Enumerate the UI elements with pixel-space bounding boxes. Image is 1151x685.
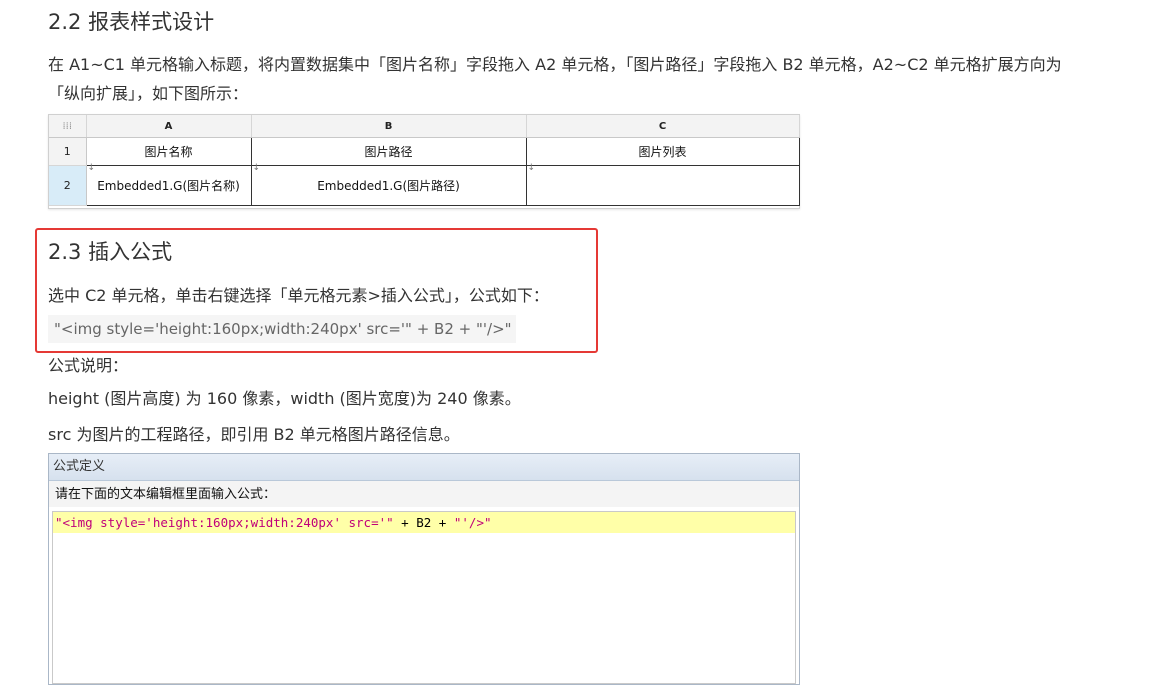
cell-c2: ↓: [525, 163, 800, 206]
column-header-a: A: [86, 115, 252, 138]
dialog-title: 公式定义: [49, 454, 799, 481]
cell-c1: 图片列表: [525, 137, 800, 166]
row-header-2: 2: [49, 165, 87, 206]
formula-editor[interactable]: "<img style='height:160px;width:240px' s…: [52, 511, 796, 684]
section-heading-2-2: 2.2 报表样式设计: [48, 10, 215, 34]
formula-line[interactable]: "<img style='height:160px;width:240px' s…: [53, 512, 795, 533]
grid-icon: ⁞⁞⁞: [49, 115, 87, 138]
expand-down-icon: ↓: [87, 163, 96, 173]
formula-code-block: "<img style='height:160px;width:240px' s…: [48, 315, 516, 343]
column-header-b: B: [251, 115, 527, 138]
notes-label: 公式说明：: [48, 356, 129, 375]
formula-string-1: "<img style='height:160px;width:240px' s…: [55, 515, 394, 530]
section-2-2-para-line1: 在 A1~C1 单元格输入标题，将内置数据集中「图片名称」字段拖入 A2 单元格…: [48, 55, 1062, 74]
formula-string-2: "'/>": [453, 515, 492, 530]
formula-operator: + B2 +: [393, 515, 454, 530]
formula-dialog: 公式定义 请在下面的文本编辑框里面输入公式： "<img style='heig…: [48, 453, 800, 685]
row-header-1: 1: [49, 137, 87, 166]
section-heading-2-3: 2.3 插入公式: [48, 240, 173, 264]
spreadsheet-preview: ⁞⁞⁞ A B C 1 图片名称 图片路径 图片列表 2 ↓ Embedded1.…: [48, 114, 800, 209]
cell-b2: ↓ Embedded1.G(图片路径): [250, 163, 527, 206]
cell-a2-value: Embedded1.G(图片名称): [97, 179, 240, 193]
cell-a1: 图片名称: [85, 137, 252, 166]
dialog-prompt: 请在下面的文本编辑框里面输入公式：: [49, 481, 799, 507]
section-2-2-para-line2: 「纵向扩展」，如下图所示：: [48, 84, 249, 103]
cell-b2-value: Embedded1.G(图片路径): [317, 179, 460, 193]
cell-a2: ↓ Embedded1.G(图片名称): [85, 163, 252, 206]
column-header-c: C: [526, 115, 800, 138]
notes-line2: src 为图片的工程路径，即引用 B2 单元格图片路径信息。: [48, 425, 460, 444]
cell-b1: 图片路径: [250, 137, 527, 166]
notes-line1: height (图片高度) 为 160 像素，width (图片宽度)为 240…: [48, 389, 521, 408]
expand-down-icon: ↓: [252, 163, 261, 173]
expand-down-icon: ↓: [527, 163, 536, 173]
section-2-3-para: 选中 C2 单元格，单击右键选择「单元格元素>插入公式」，公式如下：: [48, 286, 549, 305]
